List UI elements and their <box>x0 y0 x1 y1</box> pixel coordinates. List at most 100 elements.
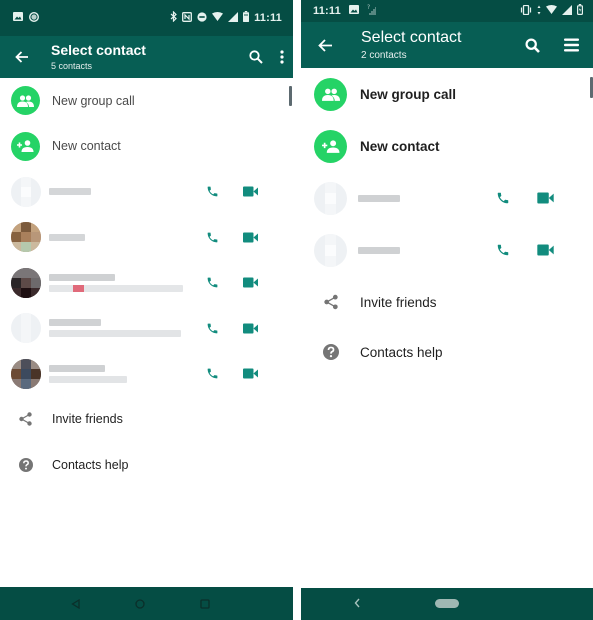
signal-unknown-icon: ? <box>367 4 377 18</box>
app-bar: Select contact 5 contacts <box>0 36 293 78</box>
wifi-icon <box>546 5 557 17</box>
video-call-button[interactable] <box>243 277 258 288</box>
invite-friends-label: Invite friends <box>52 412 123 427</box>
voice-call-button[interactable] <box>206 185 219 198</box>
nfc-icon <box>182 11 193 25</box>
contact-row[interactable] <box>301 224 593 276</box>
voice-call-button[interactable] <box>496 191 510 205</box>
new-contact-item[interactable]: New contact <box>301 120 593 172</box>
home-pill-icon <box>435 599 459 608</box>
contact-name-redacted <box>49 364 127 383</box>
new-contact-item[interactable]: New contact <box>0 124 293 170</box>
video-camera-icon <box>537 192 554 204</box>
vibrate-icon <box>520 4 532 18</box>
new-contact-label: New contact <box>360 138 440 154</box>
video-call-button[interactable] <box>243 368 258 379</box>
navigation-bar <box>0 587 293 620</box>
invite-friends-item[interactable]: Invite friends <box>0 397 293 443</box>
contacts-help-label: Contacts help <box>52 457 129 472</box>
video-call-button[interactable] <box>537 192 554 204</box>
contact-avatar <box>11 222 41 253</box>
svg-text:?: ? <box>367 4 370 11</box>
contact-avatar <box>11 267 41 298</box>
voice-call-button[interactable] <box>206 276 219 289</box>
data-icon <box>537 5 541 18</box>
page-title: Select contact <box>51 42 146 59</box>
contact-avatar <box>314 181 347 215</box>
more-options-button[interactable] <box>280 50 284 64</box>
scrollbar[interactable] <box>289 86 292 106</box>
arrow-back-icon <box>15 51 28 63</box>
phone-icon <box>207 186 218 197</box>
invite-friends-label: Invite friends <box>360 294 437 310</box>
new-group-call-item[interactable]: New group call <box>0 78 293 124</box>
status-time: 11:11 <box>254 12 282 24</box>
contacts-help-item[interactable]: Contacts help <box>0 442 293 488</box>
person-add-icon-badge <box>314 129 347 163</box>
video-call-button[interactable] <box>243 323 258 334</box>
nav-back-button[interactable] <box>71 598 80 609</box>
menu-icon <box>564 38 579 52</box>
search-button[interactable] <box>525 37 540 53</box>
search-icon <box>249 50 263 64</box>
phone-icon <box>497 192 509 204</box>
contact-name-redacted <box>49 188 91 196</box>
search-icon <box>525 37 540 53</box>
contacts-help-item[interactable]: Contacts help <box>301 328 593 376</box>
video-camera-icon <box>537 244 554 256</box>
contact-row[interactable] <box>0 169 293 215</box>
voice-call-button[interactable] <box>206 231 219 244</box>
nav-home-button[interactable] <box>435 599 459 608</box>
contacts-count: 5 contacts <box>51 60 93 71</box>
nav-recents-button[interactable] <box>200 598 210 609</box>
contact-avatar <box>314 233 347 267</box>
contact-row[interactable] <box>301 172 593 224</box>
video-camera-icon <box>243 368 258 379</box>
back-chevron-icon <box>354 598 360 608</box>
page-title: Select contact <box>361 29 462 47</box>
nav-back-button[interactable] <box>354 598 360 608</box>
contacts-help-label: Contacts help <box>360 344 443 360</box>
search-button[interactable] <box>249 50 263 64</box>
status-bar: 11:11 <box>0 0 293 36</box>
contact-list: New group call New contact Invite friend… <box>301 68 593 376</box>
contact-avatar <box>11 176 41 207</box>
share-icon <box>323 294 338 310</box>
video-call-button[interactable] <box>537 244 554 256</box>
contact-list: New group call New contact Invite friend… <box>0 78 293 488</box>
group-icon-badge <box>314 77 347 111</box>
battery-charging-icon <box>577 4 584 18</box>
circle-icon <box>28 11 40 25</box>
voice-call-button[interactable] <box>206 367 219 380</box>
phone-left-screen: 11:11 Select contact 5 contacts New grou… <box>0 0 293 620</box>
person-add-icon <box>17 140 34 153</box>
back-icon <box>71 598 80 609</box>
nav-home-button[interactable] <box>135 598 145 609</box>
contact-name-redacted <box>49 319 181 338</box>
voice-call-button[interactable] <box>496 243 510 257</box>
video-call-button[interactable] <box>243 232 258 243</box>
image-icon <box>348 5 359 17</box>
video-camera-icon <box>243 186 258 197</box>
phone-icon <box>207 232 218 243</box>
help-icon <box>18 457 33 472</box>
invite-friends-item[interactable]: Invite friends <box>301 276 593 328</box>
voice-call-button[interactable] <box>206 322 219 335</box>
contact-avatar <box>11 313 41 344</box>
arrow-back-icon <box>317 38 332 52</box>
new-group-call-item[interactable]: New group call <box>301 68 593 120</box>
contact-row[interactable] <box>0 351 293 397</box>
menu-button[interactable] <box>564 38 579 52</box>
person-add-icon <box>321 139 339 153</box>
video-camera-icon <box>243 277 258 288</box>
contact-row[interactable] <box>0 306 293 352</box>
contact-name-redacted <box>49 273 183 292</box>
wifi-icon <box>212 12 224 24</box>
contact-row[interactable] <box>0 260 293 306</box>
back-button[interactable] <box>13 48 31 66</box>
video-call-button[interactable] <box>243 186 258 197</box>
contact-row[interactable] <box>0 215 293 261</box>
back-button[interactable] <box>316 36 334 54</box>
contact-name-redacted <box>358 194 400 202</box>
group-icon <box>321 88 340 101</box>
